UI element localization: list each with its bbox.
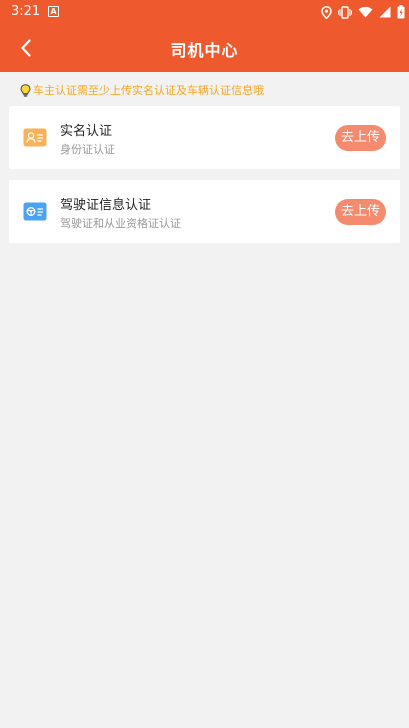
lightbulb-icon (20, 83, 31, 97)
battery-icon (397, 5, 405, 19)
card-subtitle: 驾驶证和从业资格证认证 (60, 217, 181, 230)
card-title: 驾驶证信息认证 (60, 198, 152, 213)
signal-icon (379, 6, 391, 18)
certification-notice: 车主认证需至少上传实名认证及车辆认证信息哦 (20, 82, 264, 98)
app-header: 3:21 A 司机中心 (0, 0, 409, 72)
upload-button-real-name[interactable]: 去上传 (335, 125, 386, 151)
card-title: 实名认证 (60, 124, 113, 139)
notification-a-icon: A (48, 6, 59, 17)
card-subtitle: 身份证认证 (60, 143, 115, 156)
vibrate-icon (338, 5, 352, 19)
card-driver-license: 驾驶证信息认证 驾驶证和从业资格证认证 去上传 (9, 180, 400, 243)
notice-text: 车主认证需至少上传实名认证及车辆认证信息哦 (33, 84, 264, 97)
status-time: 3:21 (11, 4, 41, 19)
location-icon (321, 5, 332, 19)
driver-license-icon (23, 202, 47, 221)
page-title: 司机中心 (170, 41, 239, 60)
nav-bar: 司机中心 (0, 24, 409, 72)
status-bar: 3:21 A (0, 0, 409, 24)
card-real-name: 实名认证 身份证认证 去上传 (9, 106, 400, 169)
upload-button-driver-license[interactable]: 去上传 (335, 199, 386, 225)
id-card-icon (23, 128, 47, 147)
wifi-icon (358, 6, 373, 18)
status-icons (321, 3, 405, 21)
